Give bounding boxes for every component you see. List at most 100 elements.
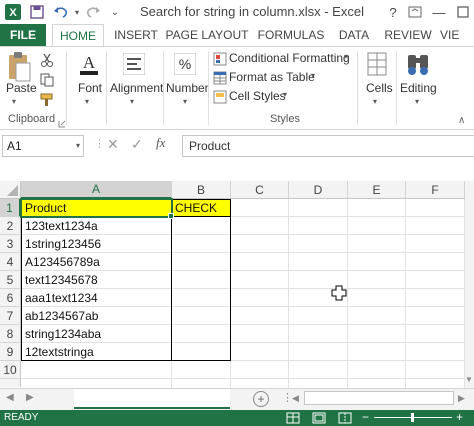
cell-b1[interactable]: CHECK xyxy=(172,199,230,217)
cell-a9[interactable]: 12textstringa xyxy=(22,343,170,361)
row-header-1[interactable]: 1 xyxy=(0,199,21,217)
format-as-table-button[interactable]: Format as Table xyxy=(229,70,315,84)
cell-styles-dropdown-icon[interactable]: ▾ xyxy=(283,90,287,99)
fill-handle[interactable] xyxy=(168,213,174,219)
enter-icon[interactable]: ✓ xyxy=(131,136,143,153)
cell-a5[interactable]: text12345678 xyxy=(22,271,170,289)
clipboard-launcher-icon[interactable] xyxy=(58,117,66,128)
row-header-5[interactable]: 5 xyxy=(0,271,21,289)
tab-view[interactable]: VIE xyxy=(440,24,474,46)
collapse-ribbon-icon[interactable]: ∧ xyxy=(458,115,465,126)
alignment-icon[interactable] xyxy=(122,52,146,76)
row-header-3[interactable]: 3 xyxy=(0,235,21,253)
paste-icon[interactable] xyxy=(6,51,32,85)
ribbon-separator xyxy=(66,51,67,125)
paste-button-label[interactable]: Paste xyxy=(6,81,37,95)
cell-a6[interactable]: aaa1text1234 xyxy=(22,289,170,307)
scroll-sheets-left-icon[interactable]: ◀ xyxy=(6,392,14,403)
hscroll-right-icon[interactable]: ▶ xyxy=(458,393,465,404)
format-painter-icon[interactable] xyxy=(40,93,54,110)
percent-icon[interactable]: % xyxy=(173,52,197,76)
cell-a7[interactable]: ab1234567ab xyxy=(22,307,170,325)
cell-a3[interactable]: 1string123456 xyxy=(22,235,170,253)
maximize-icon[interactable] xyxy=(452,2,474,22)
name-box[interactable]: A1 xyxy=(2,135,84,157)
new-sheet-icon[interactable]: + xyxy=(253,391,269,407)
column-header-b[interactable]: B xyxy=(172,181,231,199)
vertical-scrollbar[interactable] xyxy=(465,181,474,388)
save-icon[interactable] xyxy=(28,3,46,21)
column-header-f[interactable]: F xyxy=(406,181,465,199)
tab-review[interactable]: REVIEW xyxy=(380,24,436,46)
cell-styles-button[interactable]: Cell Styles xyxy=(229,89,286,103)
cut-icon[interactable] xyxy=(40,53,54,70)
format-as-table-icon[interactable] xyxy=(213,71,227,88)
conditional-formatting-dropdown-icon[interactable]: ▾ xyxy=(344,52,348,61)
formula-input[interactable]: Product xyxy=(182,135,474,157)
row-header-10[interactable]: 10 xyxy=(0,361,21,379)
column-header-e[interactable]: E xyxy=(348,181,406,199)
customize-qat-icon[interactable]: ⌄ xyxy=(106,3,124,21)
cells-button-label[interactable]: Cells xyxy=(366,81,393,95)
select-all-button[interactable] xyxy=(0,181,21,199)
paste-dropdown-icon[interactable]: ▾ xyxy=(12,97,16,106)
column-header-c[interactable]: C xyxy=(231,181,289,199)
cell-styles-icon[interactable] xyxy=(213,90,227,107)
cell-a8[interactable]: string1234aba xyxy=(22,325,170,343)
cell-a4[interactable]: A123456789a xyxy=(22,253,170,271)
help-icon[interactable]: ? xyxy=(382,2,404,22)
page-layout-view-icon[interactable] xyxy=(312,412,326,426)
copy-icon[interactable] xyxy=(40,73,54,90)
redo-icon[interactable] xyxy=(84,3,102,21)
editing-dropdown-icon[interactable]: ▾ xyxy=(415,97,419,106)
tab-formulas[interactable]: FORMULAS xyxy=(252,24,330,46)
insert-function-icon[interactable]: fx xyxy=(156,135,165,151)
sheet-tab-active[interactable] xyxy=(74,389,230,409)
page-break-view-icon[interactable] xyxy=(338,412,352,426)
name-box-dropdown-icon[interactable]: ▾ xyxy=(76,141,80,150)
tab-page-layout[interactable]: PAGE LAYOUT xyxy=(166,24,249,46)
font-dropdown-icon[interactable]: ▾ xyxy=(85,97,89,106)
horizontal-scrollbar-thumb[interactable] xyxy=(304,391,454,405)
vscroll-down-icon[interactable]: ▼ xyxy=(465,375,473,384)
normal-view-icon[interactable] xyxy=(286,412,300,426)
ribbon-separator xyxy=(208,51,209,125)
column-header-d[interactable]: D xyxy=(289,181,348,199)
row-header-9[interactable]: 9 xyxy=(0,343,21,361)
formula-bar-drag-handle[interactable]: ⋮ xyxy=(94,137,106,150)
cancel-icon[interactable]: ✕ xyxy=(107,136,119,153)
editing-button-label[interactable]: Editing xyxy=(400,81,437,95)
format-as-table-dropdown-icon[interactable]: ▾ xyxy=(311,71,315,80)
zoom-out-icon[interactable]: − xyxy=(362,410,369,424)
row-header-11[interactable] xyxy=(0,379,21,387)
tab-data[interactable]: DATA xyxy=(332,24,376,46)
row-header-8[interactable]: 8 xyxy=(0,325,21,343)
cells-icon[interactable] xyxy=(366,51,388,77)
row-header-6[interactable]: 6 xyxy=(0,289,21,307)
scroll-sheets-right-icon[interactable]: ▶ xyxy=(26,392,34,403)
conditional-formatting-button[interactable]: Conditional Formatting xyxy=(229,51,350,65)
font-button-label[interactable]: Font xyxy=(78,81,102,95)
row-header-2[interactable]: 2 xyxy=(0,217,21,235)
alignment-dropdown-icon[interactable]: ▾ xyxy=(130,97,134,106)
cell-a2[interactable]: 123text1234a xyxy=(22,217,170,235)
number-button-label[interactable]: Number xyxy=(166,81,209,95)
tab-insert[interactable]: INSERT xyxy=(108,24,164,46)
conditional-formatting-icon[interactable] xyxy=(213,52,227,69)
cells-dropdown-icon[interactable]: ▾ xyxy=(373,97,377,106)
column-header-a[interactable]: A xyxy=(21,181,172,199)
binoculars-icon[interactable] xyxy=(406,51,430,77)
row-header-7[interactable]: 7 xyxy=(0,307,21,325)
number-dropdown-icon[interactable]: ▾ xyxy=(183,97,187,106)
tab-file[interactable]: FILE xyxy=(0,24,46,46)
ribbon-display-icon[interactable] xyxy=(404,2,426,22)
zoom-in-icon[interactable]: + xyxy=(456,410,463,424)
row-header-4[interactable]: 4 xyxy=(0,253,21,271)
tab-home[interactable]: HOME xyxy=(52,24,104,47)
minimize-icon[interactable]: — xyxy=(428,2,450,22)
zoom-slider-thumb[interactable] xyxy=(411,413,414,422)
svg-text:%: % xyxy=(179,56,191,72)
font-icon[interactable]: A xyxy=(78,51,100,77)
hscroll-left-icon[interactable]: ◀ xyxy=(292,393,299,404)
alignment-button-label[interactable]: Alignment xyxy=(110,81,163,95)
